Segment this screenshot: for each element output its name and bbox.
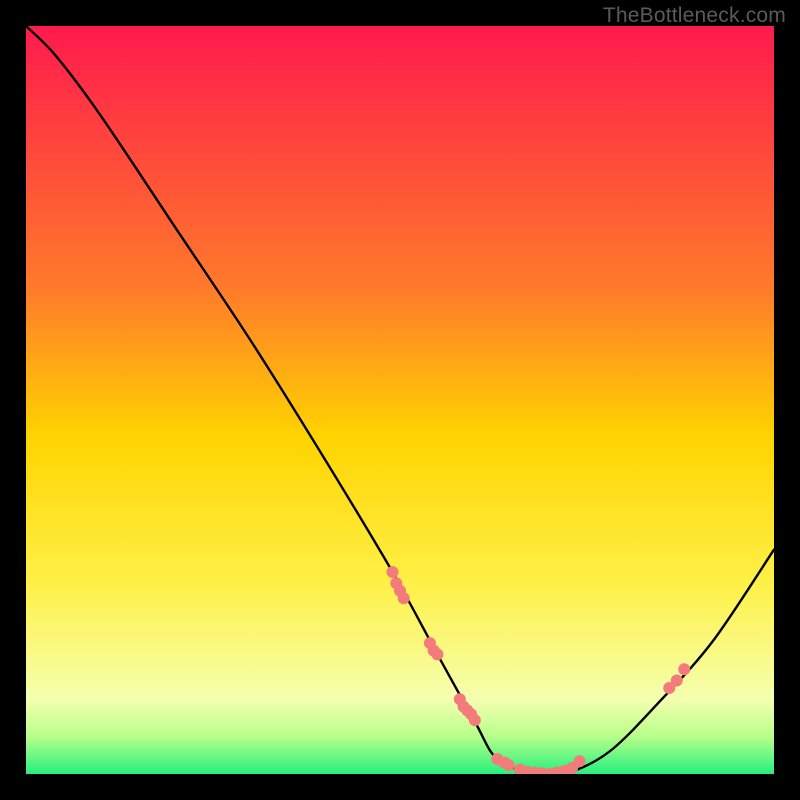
chart-svg: [26, 26, 774, 774]
plot-area: [26, 26, 774, 774]
data-marker: [398, 592, 410, 604]
data-marker: [431, 648, 443, 660]
chart-container: TheBottleneck.com: [0, 0, 800, 800]
watermark-text: TheBottleneck.com: [603, 4, 786, 28]
data-marker: [502, 759, 514, 771]
data-marker: [671, 675, 683, 687]
data-marker: [469, 714, 481, 726]
gradient-background: [26, 26, 774, 774]
data-marker: [387, 566, 399, 578]
data-marker: [678, 663, 690, 675]
data-marker: [574, 755, 586, 767]
